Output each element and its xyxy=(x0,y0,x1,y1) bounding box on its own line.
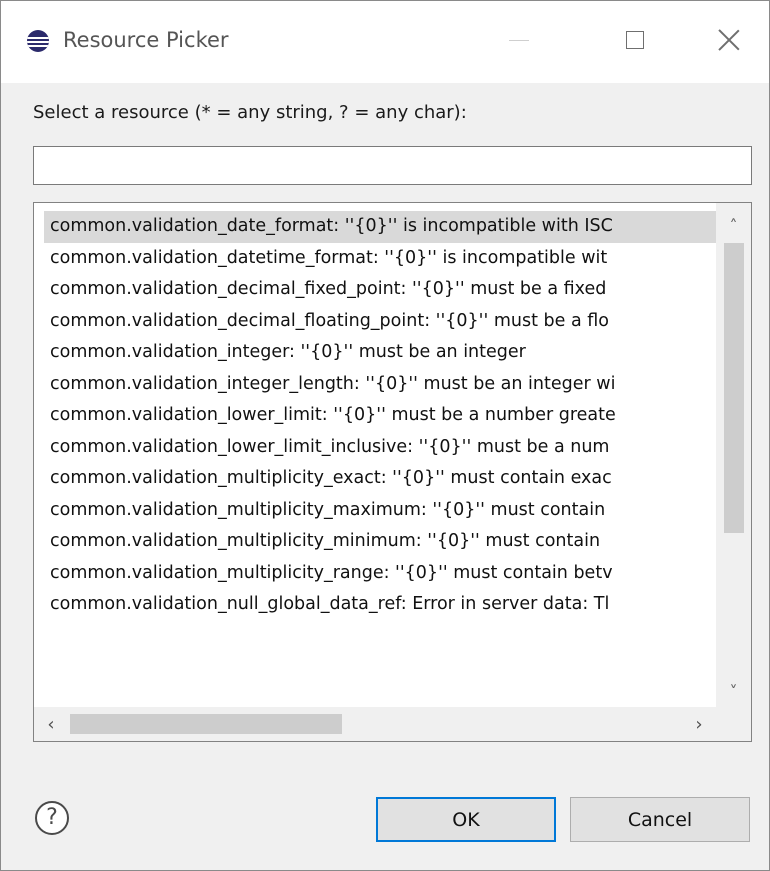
ok-button[interactable]: OK xyxy=(376,797,556,842)
chevron-right-icon[interactable]: › xyxy=(682,707,716,741)
list-item[interactable]: common.validation_decimal_fixed_point: '… xyxy=(44,274,716,306)
chevron-left-icon[interactable]: ‹ xyxy=(34,707,68,741)
scrollbar-corner xyxy=(716,707,751,741)
chevron-up-icon[interactable]: ˄ xyxy=(716,209,751,241)
minimize-icon xyxy=(509,39,529,41)
list-item[interactable]: common.validation_null_global_data_ref: … xyxy=(44,589,716,621)
list-item[interactable]: common.validation_multiplicity_minimum: … xyxy=(44,526,716,558)
minimize-button[interactable] xyxy=(489,15,549,65)
title-bar: Resource Picker xyxy=(1,1,769,83)
close-icon xyxy=(718,29,740,51)
close-button[interactable] xyxy=(699,15,759,65)
help-icon[interactable]: ? xyxy=(35,801,69,835)
list-item[interactable]: common.validation_lower_limit: ''{0}'' m… xyxy=(44,400,716,432)
window-title: Resource Picker xyxy=(63,28,229,52)
list-item[interactable]: common.validation_date_format: ''{0}'' i… xyxy=(44,211,716,243)
filter-prompt-label: Select a resource (* = any string, ? = a… xyxy=(33,102,467,123)
list-item[interactable]: common.validation_multiplicity_maximum: … xyxy=(44,495,716,527)
eclipse-icon xyxy=(27,30,49,52)
cancel-button[interactable]: Cancel xyxy=(570,797,750,842)
chevron-down-icon[interactable]: ˅ xyxy=(716,675,751,707)
maximize-icon xyxy=(626,31,644,49)
list-item[interactable]: common.validation_decimal_floating_point… xyxy=(44,306,716,338)
resource-picker-dialog: Resource Picker Select a resource (* = a… xyxy=(0,0,770,871)
list-item[interactable]: common.validation_datetime_format: ''{0}… xyxy=(44,243,716,275)
maximize-button[interactable] xyxy=(605,15,665,65)
list-item[interactable]: common.validation_integer_length: ''{0}'… xyxy=(44,369,716,401)
resource-filter-input[interactable] xyxy=(33,146,752,185)
horizontal-scroll-thumb[interactable] xyxy=(70,714,342,734)
resource-list[interactable]: common.validation_date_format: ''{0}'' i… xyxy=(33,202,752,742)
vertical-scrollbar[interactable]: ˄ ˅ xyxy=(716,203,751,707)
list-item[interactable]: common.validation_multiplicity_range: ''… xyxy=(44,558,716,590)
list-item[interactable]: common.validation_multiplicity_exact: ''… xyxy=(44,463,716,495)
list-item[interactable]: common.validation_integer: ''{0}'' must … xyxy=(44,337,716,369)
list-item[interactable]: common.validation_lower_limit_inclusive:… xyxy=(44,432,716,464)
vertical-scroll-thumb[interactable] xyxy=(724,243,744,533)
horizontal-scrollbar[interactable]: ‹ › xyxy=(34,707,716,741)
resource-list-items: common.validation_date_format: ''{0}'' i… xyxy=(44,211,716,705)
